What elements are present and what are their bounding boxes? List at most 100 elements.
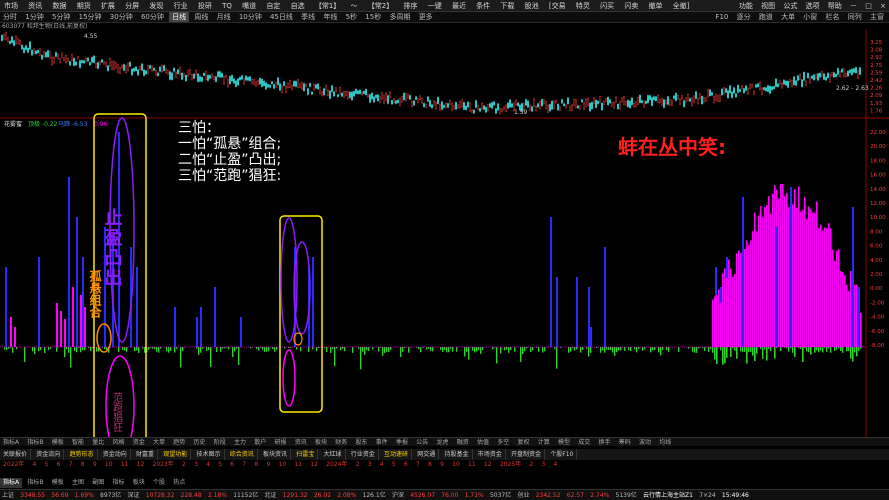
server-status[interactable]: 云行情上海主站Z1: [641, 490, 695, 500]
tool-tab[interactable]: 互动速研: [381, 449, 413, 460]
chart-area[interactable]: 4.55 1.59 2.62 - 2.63 3.253.082.922.752.…: [0, 30, 889, 438]
period-tab[interactable]: 10分钟: [236, 12, 265, 22]
indicator-tab[interactable]: 资金: [130, 438, 148, 446]
menu-item[interactable]: [交易: [545, 0, 570, 11]
indicator-tab[interactable]: 智能: [69, 438, 87, 446]
bottom-tab[interactable]: 副图: [89, 478, 107, 488]
index-label[interactable]: 创业: [515, 490, 531, 500]
news-24h[interactable]: 7×24: [697, 490, 717, 500]
menu-item[interactable]: 嘴道: [238, 0, 260, 11]
menu-item[interactable]: 自选: [287, 0, 309, 11]
menu-item[interactable]: 股池: [521, 0, 543, 11]
index-label[interactable]: 深证: [126, 490, 142, 500]
indicator-tab[interactable]: 风格: [109, 438, 127, 446]
indicator-tab[interactable]: 均线: [656, 438, 674, 446]
indicator-tab[interactable]: 龙虎: [433, 438, 451, 446]
period-tab[interactable]: 分时: [0, 12, 20, 22]
period-tab[interactable]: 5分钟: [49, 12, 73, 22]
period-tab[interactable]: 30分钟: [107, 12, 136, 22]
menu-item[interactable]: 排序: [399, 0, 421, 11]
menu-item[interactable]: 【常1】: [311, 0, 344, 11]
bottom-tab[interactable]: 模板: [49, 478, 67, 488]
menu-item[interactable]: 闪卖: [620, 0, 642, 11]
indicator-tab[interactable]: 阶段: [211, 438, 229, 446]
menu-item[interactable]: 【常2】: [364, 0, 397, 11]
tool-tab[interactable]: 扫雷宝: [293, 449, 319, 460]
index-label[interactable]: 沪深: [390, 490, 406, 500]
tool-tab[interactable]: 大红球: [321, 449, 346, 460]
menu-item[interactable]: 分屏: [121, 0, 143, 11]
menu-item[interactable]: 自定: [262, 0, 284, 11]
tool-tab[interactable]: 个股F10: [547, 449, 578, 460]
menu-help[interactable]: 帮助: [825, 0, 845, 11]
tool-tab[interactable]: 资金动向: [100, 449, 131, 460]
period-tab[interactable]: 60分钟: [138, 12, 167, 22]
indicator-tab[interactable]: 板块: [312, 438, 330, 446]
menu-item[interactable]: 条件: [472, 0, 494, 11]
period-tab-daily[interactable]: 日线: [169, 12, 190, 22]
minimize-icon[interactable]: －: [847, 0, 860, 11]
menu-item[interactable]: 资讯: [24, 0, 46, 11]
indicator-tab[interactable]: 趋势: [170, 438, 188, 446]
indicator-tab[interactable]: 指标A: [0, 438, 22, 446]
bottom-tab[interactable]: 指标B: [24, 478, 46, 488]
indicator-tab[interactable]: 波动: [636, 438, 654, 446]
tool-tab[interactable]: 市场资金: [475, 449, 506, 460]
tool-tab[interactable]: 网交通: [414, 449, 440, 460]
index-label[interactable]: 上证: [0, 490, 16, 500]
menu-function[interactable]: 功能: [736, 0, 756, 11]
tool-smallwin[interactable]: 小窗: [800, 12, 820, 22]
menu-formula[interactable]: 公式: [780, 0, 800, 11]
indicator-tab[interactable]: 成交: [575, 438, 593, 446]
indicator-tab[interactable]: 主力: [231, 438, 249, 446]
menu-item[interactable]: 特灵: [572, 0, 594, 11]
menu-item[interactable]: TQ: [218, 0, 236, 11]
tool-tab[interactable]: 板块资讯: [260, 449, 292, 460]
indicator-tab[interactable]: 股东: [352, 438, 370, 446]
tool-track[interactable]: 跑道: [756, 12, 776, 22]
bottom-tab[interactable]: 个股: [150, 478, 168, 488]
indicator-tab[interactable]: 研报: [271, 438, 289, 446]
period-tab[interactable]: 年线: [320, 12, 340, 22]
indicator-tab[interactable]: 模型: [555, 438, 573, 446]
bottom-tab[interactable]: 指标: [109, 478, 127, 488]
period-tab[interactable]: 15秒: [362, 12, 384, 22]
tool-tab[interactable]: 观望功能: [160, 449, 192, 460]
indicator-tab[interactable]: 散户: [251, 438, 269, 446]
period-tab[interactable]: 45日线: [267, 12, 296, 22]
bottom-tab[interactable]: 指标A: [0, 478, 23, 488]
indicator-tab[interactable]: 估值: [474, 438, 492, 446]
period-tab[interactable]: 5秒: [343, 12, 360, 22]
menu-item[interactable]: 市场: [0, 0, 22, 11]
menu-item[interactable]: 闪买: [596, 0, 618, 11]
menu-item[interactable]: 行业: [170, 0, 192, 11]
period-tab[interactable]: 1分钟: [22, 12, 46, 22]
menu-item[interactable]: 数据: [48, 0, 70, 11]
menu-item[interactable]: 发现: [145, 0, 167, 11]
indicator-tab[interactable]: 计算: [535, 438, 553, 446]
tool-minute[interactable]: 逐分: [734, 12, 754, 22]
indicator-tab[interactable]: 财务: [332, 438, 350, 446]
menu-options[interactable]: 选项: [803, 0, 823, 11]
period-tab[interactable]: 更多: [416, 12, 436, 22]
maximize-icon[interactable]: □: [862, 0, 875, 11]
tool-tab[interactable]: 技术图示: [194, 449, 225, 460]
indicator-tab[interactable]: 复权: [514, 438, 532, 446]
tool-tab[interactable]: 资金流向: [33, 449, 65, 460]
period-tab[interactable]: 季线: [298, 12, 318, 22]
close-icon[interactable]: ×: [877, 0, 889, 11]
bottom-tab[interactable]: 热点: [170, 478, 188, 488]
tool-tab[interactable]: 趋势形态: [67, 449, 98, 460]
indicator-tab[interactable]: 模板: [49, 438, 67, 446]
indicator-tab[interactable]: 事件: [373, 438, 391, 446]
bottom-tab[interactable]: 主图: [69, 478, 87, 488]
tool-bigorder[interactable]: 大单: [778, 12, 798, 22]
bottom-tab[interactable]: 板块: [130, 478, 148, 488]
period-tab[interactable]: 15分钟: [76, 12, 105, 22]
indicator-tab[interactable]: 量比: [89, 438, 107, 446]
tool-samecol[interactable]: 同列: [845, 12, 865, 22]
menu-item[interactable]: 全撤]: [669, 0, 694, 11]
tool-colname[interactable]: 栏名: [823, 12, 843, 22]
tool-tab[interactable]: 持股基金: [442, 449, 473, 460]
tool-tab[interactable]: 开盘制资金: [508, 449, 546, 460]
